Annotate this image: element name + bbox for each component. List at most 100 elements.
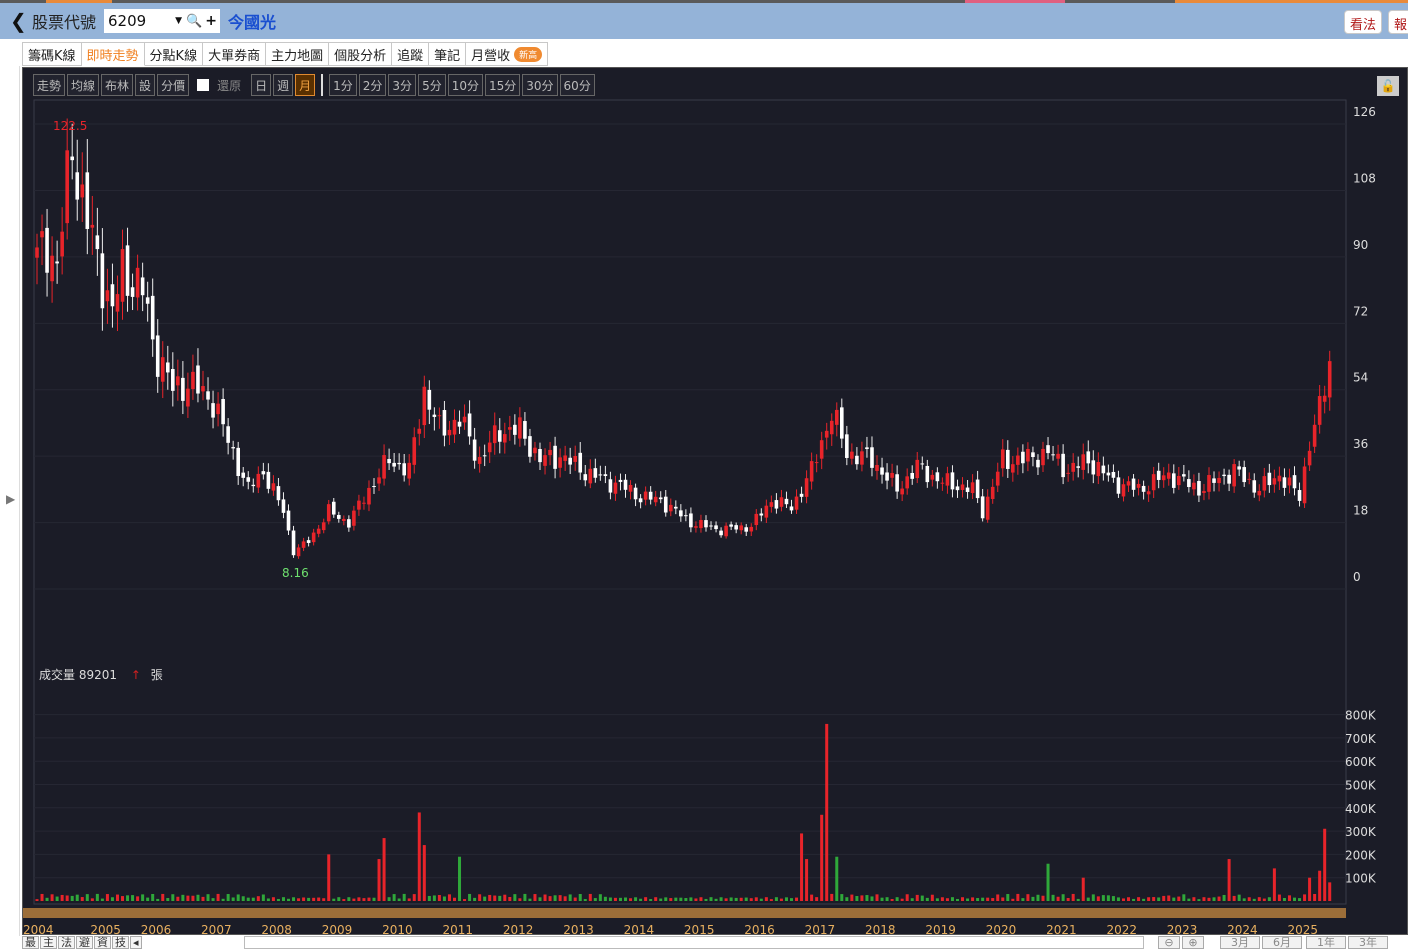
minute-button[interactable]: 60分 (559, 74, 595, 96)
zoom-in-icon[interactable]: ⊕ (1182, 936, 1204, 949)
period-button[interactable]: 日 (251, 74, 272, 96)
toolbar-button[interactable]: 設 (135, 74, 156, 96)
search-icon[interactable]: 🔍 (186, 14, 202, 29)
candle-body (477, 456, 482, 464)
candle-body (241, 472, 246, 478)
minute-button[interactable]: 2分 (358, 74, 387, 96)
report-button[interactable]: 報 (1388, 10, 1408, 34)
tab-3[interactable]: 大單券商 (203, 42, 267, 66)
tab-1[interactable]: 即時走勢 (81, 42, 145, 66)
tab-8[interactable]: 月營收 新高 (466, 42, 549, 66)
tab-6[interactable]: 追蹤 (392, 42, 430, 66)
candle-body (1031, 452, 1035, 458)
volume-bar (402, 893, 406, 901)
expand-arrow-icon[interactable]: ▶ (6, 492, 15, 506)
tab-4[interactable]: 主力地圖 (266, 42, 330, 66)
volume-bar (734, 897, 738, 901)
chevron-left-icon[interactable]: ❮ (10, 9, 28, 33)
dropdown-icon[interactable]: ▼ (175, 16, 182, 26)
minute-button[interactable]: 10分 (447, 74, 483, 96)
candle-body (1292, 475, 1297, 489)
bottom-tab[interactable]: 避 (76, 936, 93, 949)
candle-body (870, 447, 874, 468)
candle-body (196, 365, 200, 394)
toolbar-button[interactable]: 均線 (67, 74, 100, 96)
candle-body (472, 439, 477, 461)
bottom-tab[interactable]: 主 (40, 936, 57, 949)
volume-bar (1207, 897, 1211, 901)
toolbar-button[interactable]: 走勢 (33, 74, 66, 96)
toolbar-button[interactable]: 布林 (101, 74, 134, 96)
bottom-tab[interactable]: 最 (22, 936, 39, 949)
volume-bar (110, 897, 114, 901)
tab-0[interactable]: 籌碼K線 (22, 42, 82, 66)
candle-body (1192, 482, 1196, 490)
candle-body (734, 525, 738, 530)
range-button[interactable]: 1年 (1306, 936, 1346, 949)
candle-body (467, 413, 472, 437)
lock-icon[interactable]: 🔓 (1377, 76, 1399, 96)
zoom-out-icon[interactable]: ⊖ (1158, 936, 1180, 949)
toolbar-button[interactable]: 分價 (157, 74, 190, 96)
period-button[interactable]: 月 (295, 74, 316, 96)
tab-2[interactable]: 分點K線 (144, 42, 204, 66)
candle-body (774, 500, 779, 509)
minute-button[interactable]: 3分 (388, 74, 417, 96)
year-label: 2013 (563, 923, 594, 936)
candle-body (1161, 475, 1166, 481)
candle-body (492, 425, 497, 444)
candle-body (246, 477, 251, 482)
candle-body (518, 417, 522, 439)
bottom-tab[interactable]: 技 (112, 936, 129, 949)
candle-body (316, 528, 321, 534)
volume-bar (533, 894, 537, 901)
volume-tick-label: 700K (1345, 732, 1377, 746)
volume-bar (724, 898, 728, 901)
bottom-tab[interactable]: 法 (58, 936, 75, 949)
volume-bar (930, 894, 934, 901)
volume-bar (835, 856, 839, 901)
volume-bar (1127, 897, 1131, 901)
restore-checkbox[interactable] (197, 79, 210, 91)
stock-code-input[interactable]: 6209 ▼ 🔍 + (104, 9, 221, 33)
volume-bar (246, 897, 250, 901)
range-button[interactable]: 3年 (1348, 936, 1388, 949)
candle-body (689, 513, 693, 528)
candle-body (824, 430, 829, 438)
candle-body (724, 525, 728, 537)
minute-button[interactable]: 15分 (484, 74, 521, 96)
candle-body (905, 476, 909, 489)
candle-body (40, 231, 44, 238)
volume-bar (236, 894, 240, 901)
candle-body (819, 440, 824, 459)
stock-code-value[interactable]: 6209 (108, 12, 175, 30)
candle-body (1262, 476, 1267, 491)
bottom-tab[interactable]: 資 (94, 936, 111, 949)
period-button[interactable]: 週 (273, 74, 294, 96)
volume-bar (1277, 894, 1281, 901)
side-collapse[interactable]: ▶ (0, 66, 20, 936)
candle-body (523, 421, 527, 439)
minute-button[interactable]: 5分 (418, 74, 446, 96)
candle-body (749, 526, 754, 532)
opinion-button[interactable]: 看法 (1344, 10, 1383, 34)
minute-button[interactable]: 30分 (522, 74, 558, 96)
scroll-left-icon[interactable]: ◂ (130, 936, 142, 949)
candle-body (799, 493, 804, 497)
candle-body (1126, 481, 1131, 486)
candle-body (784, 498, 789, 505)
tab-7[interactable]: 筆記 (429, 42, 467, 66)
minute-button[interactable]: 1分 (329, 74, 357, 96)
stock-name[interactable]: 今國光 (228, 9, 276, 33)
candle-body (115, 294, 120, 312)
scrollbar[interactable] (244, 936, 1144, 949)
tab-5[interactable]: 個股分析 (329, 42, 393, 66)
volume-bar (90, 898, 94, 901)
range-button[interactable]: 6月 (1262, 936, 1302, 949)
range-button[interactable]: 3月 (1220, 936, 1260, 949)
add-icon[interactable]: + (205, 13, 217, 29)
volume-bar (689, 897, 693, 901)
year-label: 2019 (925, 923, 956, 936)
candle-body (1000, 449, 1005, 469)
candle-body (397, 462, 401, 465)
